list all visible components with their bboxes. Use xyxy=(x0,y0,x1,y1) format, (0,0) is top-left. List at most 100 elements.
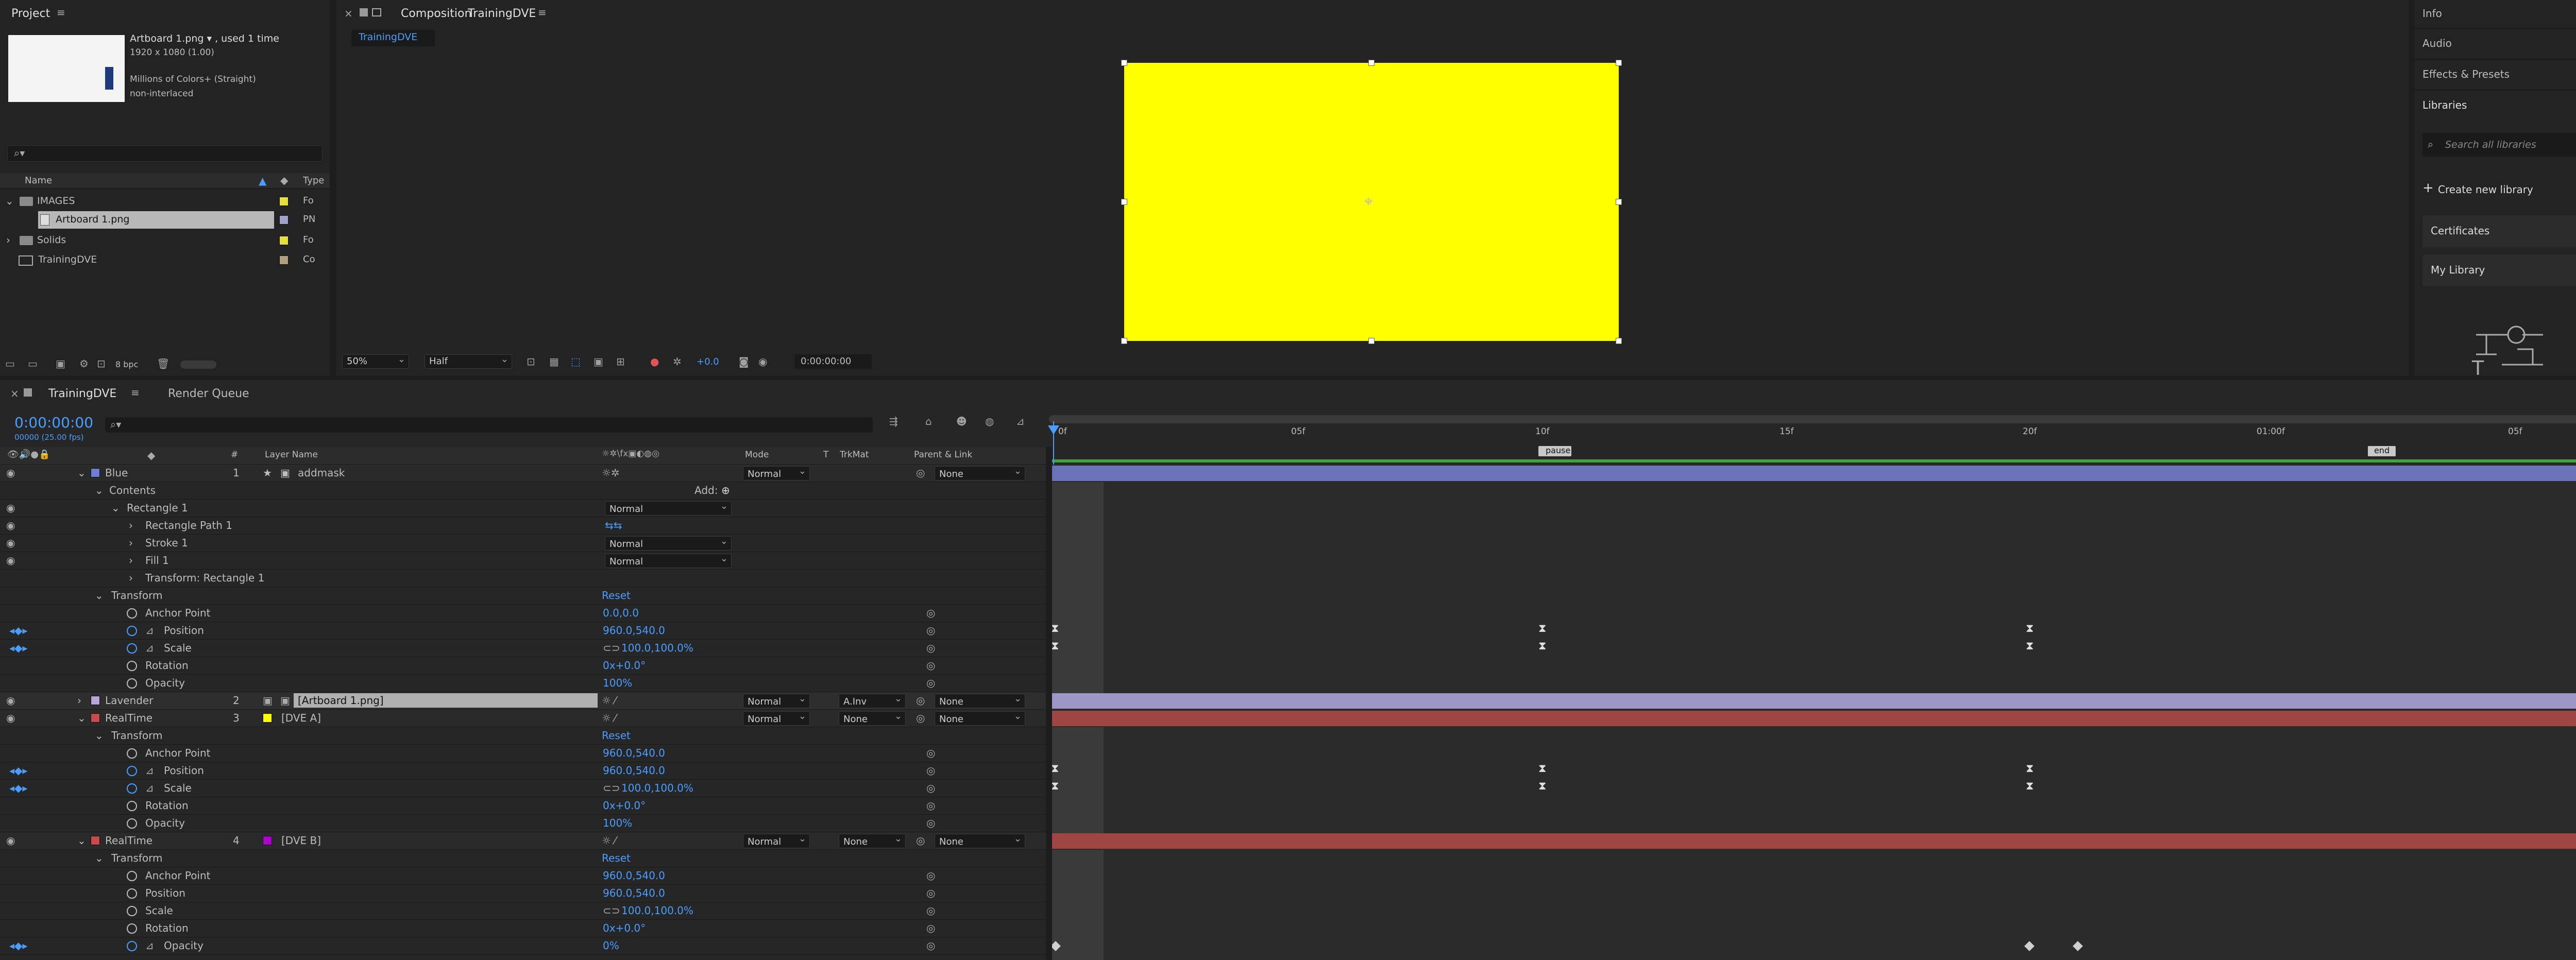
prop-value[interactable]: 0.0,0.0 xyxy=(603,607,639,619)
transform-row[interactable]: ⌄ Transform Reset xyxy=(0,727,1046,745)
expression-pickwhip-icon[interactable]: ◎ xyxy=(926,799,935,812)
handle-tl[interactable] xyxy=(1121,60,1127,66)
label-swatch[interactable] xyxy=(279,215,289,225)
col-num[interactable]: # xyxy=(231,450,238,460)
expand-chevron-icon[interactable]: ⌄ xyxy=(111,502,120,514)
parent-select[interactable]: None xyxy=(935,466,1025,481)
prop-row-rotation[interactable]: Rotation 0x+0.0° ◎ xyxy=(0,657,1046,675)
comp-canvas[interactable]: ⌖ xyxy=(1121,60,1622,344)
mask-visibility-icon[interactable]: ⬚ xyxy=(571,355,581,368)
prop-value[interactable]: 960.0,540.0 xyxy=(603,887,665,899)
stopwatch-icon[interactable] xyxy=(127,661,137,671)
expand-chevron-icon[interactable]: ⌄ xyxy=(95,852,104,864)
stopwatch-icon[interactable] xyxy=(127,748,137,759)
prop-row-opacity[interactable]: Opacity 100% ◎ xyxy=(0,675,1046,692)
handle-tr[interactable] xyxy=(1616,60,1622,66)
label-swatch[interactable] xyxy=(91,696,100,705)
new-folder-icon[interactable]: ▭ xyxy=(28,357,38,370)
expand-chevron-icon[interactable]: › xyxy=(129,572,133,584)
keyframe-hold[interactable]: ⧗ xyxy=(1538,780,1546,793)
prop-value[interactable]: 960.0,540.0 xyxy=(603,747,665,759)
time-ruler[interactable]: 0f 05f 10f 15f 20f 01:00f 05f pause end xyxy=(1049,412,2576,465)
prop-value[interactable]: 100.0,100.0% xyxy=(621,782,693,794)
graph-icon[interactable]: ⊿ xyxy=(145,939,154,952)
reset-link[interactable]: Reset xyxy=(602,729,631,742)
col-trkmat[interactable]: TrkMat xyxy=(840,450,869,460)
flowchart-icon[interactable]: ⊡ xyxy=(97,357,106,370)
mode-select[interactable]: Normal xyxy=(743,833,810,848)
transform-row[interactable]: ⌄ Transform Reset xyxy=(0,587,1046,605)
label-tag-icon[interactable]: ◆ xyxy=(280,174,288,186)
prop-row-position[interactable]: ◂◆▸ ⊿ Position 960.0,540.0 ◎ xyxy=(0,762,1046,780)
thumbnail-toggle[interactable] xyxy=(180,361,216,369)
label-swatch[interactable] xyxy=(279,255,289,265)
reset-link[interactable]: Reset xyxy=(602,852,631,864)
expression-pickwhip-icon[interactable]: ◎ xyxy=(926,817,935,829)
layer-name-highlight[interactable]: [Artboard 1.png] xyxy=(294,693,598,708)
color-channels-icon[interactable]: ● xyxy=(650,355,659,368)
layer-row-artboard[interactable]: ◉ › Lavender 2 ▣ ▣ [Artboard 1.png] ☼ ⁄ … xyxy=(0,692,1046,710)
grid-guides-icon[interactable]: ⊞ xyxy=(616,355,625,368)
pickwhip-icon[interactable]: ◎ xyxy=(916,467,925,479)
comp-marker-pause[interactable]: pause xyxy=(1538,445,1571,456)
path-direction-icon[interactable]: ⇆⇆ xyxy=(605,519,622,532)
visibility-eye-icon[interactable]: ◉ xyxy=(6,694,15,707)
col-t[interactable]: T xyxy=(823,450,828,460)
parent-select[interactable]: None xyxy=(935,833,1025,848)
work-area-bar[interactable] xyxy=(1049,415,2576,423)
layer-name[interactable]: addmask xyxy=(298,467,345,479)
expression-pickwhip-icon[interactable]: ◎ xyxy=(926,747,935,759)
comp-viewer-tab[interactable]: TrainingDVE xyxy=(351,30,435,46)
handle-bm[interactable] xyxy=(1368,338,1375,344)
timeline-track-area[interactable]: ⧗ ⧗ ⧗ ⧗ ⧗ ⧗ ⧗ ⧗ ⧗ ⧗ ⧗ ⧗ xyxy=(1050,465,2576,960)
keyframe-nav-icons[interactable]: ◂◆▸ xyxy=(9,642,27,654)
group-mode-select[interactable]: Normal xyxy=(605,501,732,516)
trash-icon[interactable]: 🗑 xyxy=(157,357,170,370)
trkmat-select[interactable]: A.Inv xyxy=(839,693,906,708)
panel-menu-icon[interactable]: ≡ xyxy=(57,6,65,19)
expression-pickwhip-icon[interactable]: ◎ xyxy=(926,939,935,952)
stopwatch-icon[interactable] xyxy=(127,801,137,811)
expand-chevron-icon[interactable]: ⌄ xyxy=(77,712,86,724)
expand-chevron-icon[interactable]: › xyxy=(6,234,10,246)
label-swatch[interactable] xyxy=(91,836,100,845)
prop-row-scale[interactable]: ◂◆▸ ⊿ Scale ⊂⊃ 100.0,100.0% ◎ xyxy=(0,780,1046,797)
prop-value[interactable]: 100% xyxy=(603,677,632,689)
lock-icon[interactable] xyxy=(24,388,32,397)
expand-chevron-icon[interactable]: ⌄ xyxy=(95,729,104,742)
keyframe-hold[interactable]: ⧗ xyxy=(1051,780,1059,793)
prop-row-rotation[interactable]: Rotation 0x+0.0° ◎ xyxy=(0,797,1046,815)
keyframe-hold[interactable]: ⧗ xyxy=(1051,762,1059,775)
stroke-row[interactable]: ◉ › Stroke 1 Normal xyxy=(0,535,1046,552)
stopwatch-icon[interactable] xyxy=(127,608,137,619)
keyframe-hold[interactable]: ⧗ xyxy=(2026,762,2033,775)
transparency-grid-icon[interactable]: ▦ xyxy=(549,355,559,368)
adjust-project-settings-icon[interactable]: ⚙ xyxy=(79,357,89,370)
frame-blending-icon[interactable]: ◍ xyxy=(985,415,994,427)
reset-link[interactable]: Reset xyxy=(602,589,631,602)
expand-chevron-icon[interactable]: › xyxy=(129,519,133,532)
draft-3d-icon[interactable]: ⌂ xyxy=(925,415,932,427)
add-icon[interactable]: ⊕ xyxy=(721,484,730,496)
library-search-input[interactable]: ⌕ Search all libraries xyxy=(2422,133,2576,157)
mode-select[interactable]: Normal xyxy=(743,711,810,726)
sort-up-icon[interactable]: ▲ xyxy=(259,175,266,187)
fill-mode-select[interactable]: Normal xyxy=(605,553,732,568)
label-swatch[interactable] xyxy=(279,197,289,206)
expression-pickwhip-icon[interactable]: ◎ xyxy=(926,764,935,777)
graph-icon[interactable]: ⊿ xyxy=(145,624,154,637)
show-snapshot-icon[interactable]: ◉ xyxy=(758,355,767,368)
stopwatch-icon[interactable] xyxy=(127,871,137,881)
prop-value[interactable]: 960.0,540.0 xyxy=(603,869,665,882)
prop-row-anchor[interactable]: Anchor Point 960.0,540.0 ◎ xyxy=(0,745,1046,762)
fit-icon[interactable]: ⊡ xyxy=(527,355,535,368)
switches-icons[interactable]: ☼ ⁄ xyxy=(602,712,616,724)
keyframe-nav-icons[interactable]: ◂◆▸ xyxy=(9,939,27,952)
keyframe-nav-icons[interactable]: ◂◆▸ xyxy=(9,782,27,794)
new-composition-icon[interactable]: ▣ xyxy=(56,357,65,370)
visibility-eye-icon[interactable]: ◉ xyxy=(6,467,15,479)
expand-chevron-icon[interactable]: › xyxy=(77,694,81,707)
audio-panel-tab[interactable]: Audio xyxy=(2414,30,2576,60)
visibility-eye-icon[interactable]: ◉ xyxy=(6,712,15,724)
group-row[interactable]: ◉ ⌄ Rectangle 1 Normal xyxy=(0,500,1046,517)
